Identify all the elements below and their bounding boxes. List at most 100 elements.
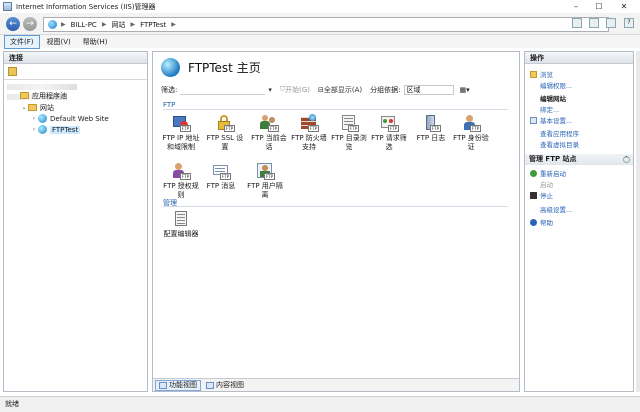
menu-help[interactable]: 帮助(H) (78, 36, 113, 48)
feature-ftp-sessions[interactable]: FTP FTP 当前会话 (248, 114, 290, 152)
status-text: 就绪 (5, 400, 19, 408)
actions-panel: 操作 浏览 编辑权限... 编辑网站 绑定... 基本设置... 查看应用程序 … (524, 51, 634, 392)
iis-app-icon (3, 2, 12, 11)
maximize-icon[interactable]: ☐ (590, 0, 608, 13)
tree-item-sites[interactable]: ⌄ 网站 (20, 102, 54, 113)
action-edit-permissions[interactable]: 编辑权限... (540, 80, 572, 90)
feature-ftp-user-isolation[interactable]: FTP FTP 用户隔离 (244, 162, 286, 200)
group-by-label: 分组依据: (370, 85, 401, 94)
feature-ftp-ssl[interactable]: FTP FTP SSL 设置 (204, 114, 246, 152)
tree-item-ftptest[interactable]: › FTPTest (30, 124, 81, 135)
help-icon (530, 218, 537, 226)
action-restart[interactable]: 重新启动 (530, 168, 566, 178)
divider (163, 206, 508, 207)
user-isolation-icon: FTP (255, 162, 275, 180)
home-icon[interactable] (606, 18, 616, 28)
content-view-icon (206, 381, 214, 389)
feature-ftp-authz-rules[interactable]: FTP FTP 授权规则 (160, 162, 202, 200)
collapse-icon[interactable]: ⌃ (623, 156, 630, 163)
window-edge (636, 51, 640, 392)
authorization-icon: FTP (171, 162, 191, 180)
log-icon: FTP (421, 114, 441, 132)
ip-restrictions-icon: FTP (171, 114, 191, 132)
action-start[interactable]: 启动 (540, 179, 553, 189)
show-all-button[interactable]: ⊟ 全部显示(A) (318, 85, 362, 95)
status-bar: 就绪 (0, 396, 640, 412)
globe-icon (161, 58, 180, 77)
feature-ftp-request-filter[interactable]: FTP FTP 请求筛选 (368, 114, 410, 152)
breadcrumb-ftptest[interactable]: FTPTest (140, 21, 166, 29)
start-filter-button[interactable]: ⛉ 开始(G) (280, 85, 310, 95)
group-by-select[interactable]: 区域 (403, 84, 454, 95)
view-tabs: 功能视图 内容视图 (153, 378, 519, 391)
feature-ftp-dir-browse[interactable]: FTP FTP 目录浏览 (328, 114, 370, 152)
connections-header: 连接 (4, 52, 147, 64)
action-basic-settings[interactable]: 基本设置... (530, 115, 572, 125)
tree-item-app-pools[interactable]: 应用程序池 (20, 90, 67, 101)
breadcrumb-server[interactable]: BILL-PC (71, 21, 97, 29)
folder-icon (530, 70, 537, 78)
tree-item-default-site[interactable]: › Default Web Site (30, 113, 109, 124)
filter-input[interactable] (180, 85, 266, 95)
firewall-icon: FTP (299, 114, 319, 132)
filter-label: 筛选: (161, 85, 178, 94)
action-browse[interactable]: 浏览 (530, 69, 553, 79)
page-title: FTPTest 主页 (188, 61, 261, 75)
chevron-right-icon: ▶ (130, 21, 136, 28)
action-advanced-settings[interactable]: 高级设置... (540, 204, 572, 214)
title-bar: Internet Information Services (IIS)管理器 –… (0, 0, 640, 13)
feature-ftp-firewall[interactable]: FTP FTP 防火墙支持 (288, 114, 330, 152)
action-bindings[interactable]: 绑定... (540, 104, 559, 114)
refresh-icon[interactable] (589, 18, 599, 28)
tab-features-view[interactable]: 功能视图 (155, 379, 201, 391)
page-header: FTPTest 主页 (161, 58, 261, 77)
restart-icon (530, 169, 537, 177)
feature-ftp-messages[interactable]: FTP FTP 消息 (200, 162, 242, 191)
back-arrow-icon[interactable]: ← (6, 17, 20, 31)
app-pool-icon (20, 92, 29, 99)
divider (163, 109, 508, 110)
connect-icon[interactable] (8, 67, 17, 76)
connections-panel: 连接 应用程序池 ⌄ 网站 › Default Web Site › FTPTe… (3, 51, 148, 392)
feature-ftp-ip-restrictions[interactable]: FTP FTP IP 地址和域限制 (160, 114, 202, 152)
breadcrumb-sites[interactable]: 网站 (111, 20, 125, 30)
chevron-right-icon[interactable]: › (30, 126, 38, 133)
menu-file[interactable]: 文件(F) (4, 34, 40, 49)
action-help[interactable]: 帮助 (530, 217, 553, 227)
feature-ftp-log[interactable]: FTP FTP 日志 (410, 114, 452, 143)
globe-icon (48, 20, 57, 29)
config-editor-icon (171, 210, 191, 228)
users-icon: FTP (259, 114, 279, 132)
message-icon: FTP (211, 162, 231, 180)
section-ftp: FTP (163, 101, 176, 109)
menu-view[interactable]: 视图(V) (42, 36, 76, 48)
globe-icon (38, 114, 47, 123)
filter-icon: FTP (379, 114, 399, 132)
chevron-right-icon: ▶ (171, 21, 176, 28)
close-icon[interactable]: ✕ (615, 0, 633, 13)
window-title: Internet Information Services (IIS)管理器 (16, 2, 156, 11)
forward-arrow-icon[interactable]: → (23, 17, 37, 31)
stop-icon[interactable] (572, 18, 582, 28)
chevron-right-icon[interactable]: › (30, 115, 38, 122)
manage-ftp-site-group[interactable]: 管理 FTP 站点 ⌃ (525, 154, 633, 165)
menu-bar: 文件(F) 视图(V) 帮助(H) (0, 34, 640, 49)
address-box[interactable]: ▶ BILL-PC ▶ 网站 ▶ FTPTest ▶ (43, 17, 609, 32)
help-icon[interactable]: ? (624, 18, 634, 28)
chevron-down-icon[interactable]: ⌄ (20, 104, 28, 111)
folder-icon (28, 104, 37, 111)
actions-header: 操作 (525, 52, 633, 64)
action-view-vdirs[interactable]: 查看虚拟目录 (540, 139, 579, 149)
connections-toolbar (4, 64, 147, 80)
dropdown-icon[interactable]: ▾ (268, 86, 272, 94)
features-view-icon (159, 381, 167, 389)
feature-ftp-auth[interactable]: FTP FTP 身份验证 (450, 114, 492, 152)
feature-config-editor[interactable]: 配置编辑器 (160, 210, 202, 239)
action-view-apps[interactable]: 查看应用程序 (540, 128, 579, 138)
action-stop[interactable]: 停止 (530, 190, 553, 200)
chevron-right-icon: ▶ (101, 21, 107, 28)
view-mode-icon[interactable]: ▦▾ (460, 86, 470, 94)
filter-bar: 筛选: ▾ ⛉ 开始(G) ⊟ 全部显示(A) 分组依据: 区域 ▦▾ (161, 83, 511, 96)
minimize-icon[interactable]: – (567, 0, 585, 13)
tab-content-view[interactable]: 内容视图 (203, 380, 247, 391)
